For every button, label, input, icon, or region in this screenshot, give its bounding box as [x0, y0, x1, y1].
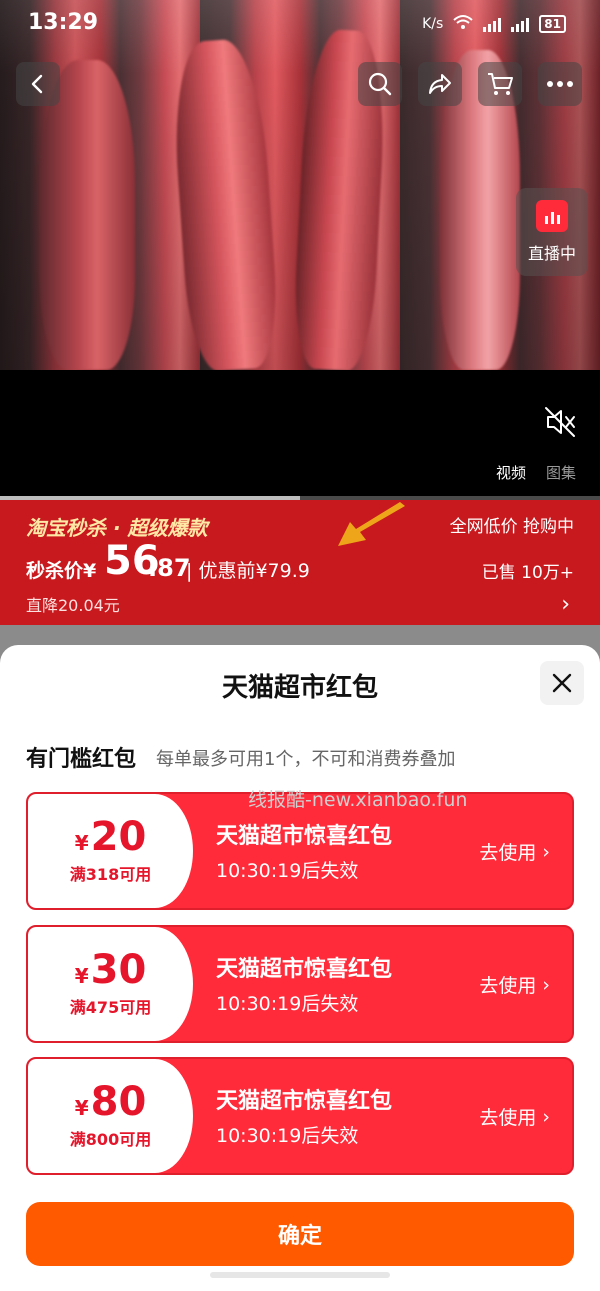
- coupon-card[interactable]: ¥80 满800可用 天猫超市惊喜红包 10:30:19后失效 去使用 ›: [26, 1057, 574, 1175]
- price-drop: 直降20.04元: [26, 596, 120, 615]
- coupon-amount-panel: ¥20 满318可用: [28, 794, 193, 908]
- mute-button[interactable]: [540, 402, 580, 442]
- section-subtitle: 每单最多可用1个，不可和消费券叠加: [156, 749, 456, 770]
- more-button[interactable]: [538, 62, 582, 106]
- coupon-amount-panel: ¥80 满800可用: [28, 1059, 193, 1173]
- flash-sale-tagline: 全网低价 抢购中: [449, 517, 574, 537]
- tab-video[interactable]: 视频: [496, 462, 526, 483]
- coupon-currency: ¥: [74, 1096, 89, 1120]
- flash-sale-banner[interactable]: 淘宝秒杀 · 超级爆款 全网低价 抢购中 秒杀价¥ 56 .87 | 优惠前¥7…: [0, 500, 600, 625]
- coupon-currency: ¥: [74, 964, 89, 988]
- flash-sale-brand: 淘宝秒杀 · 超级爆款: [26, 516, 208, 540]
- chevron-right-icon: ›: [542, 840, 550, 863]
- coupon-name: 天猫超市惊喜红包: [216, 957, 393, 982]
- chevron-right-icon: ›: [542, 973, 550, 996]
- battery-icon: 81: [539, 15, 566, 33]
- coupon-card[interactable]: ¥30 满475可用 天猫超市惊喜红包 10:30:19后失效 去使用 ›: [26, 925, 574, 1043]
- video-progress-fill: [0, 496, 300, 500]
- coupon-name: 天猫超市惊喜红包: [216, 824, 393, 849]
- section-title: 有门槛红包: [26, 747, 137, 772]
- close-icon: [552, 673, 572, 693]
- signal-icon: [511, 16, 530, 32]
- media-tabs: 视频 图集: [496, 462, 576, 483]
- video-frame-meat: [168, 37, 282, 370]
- use-coupon-button[interactable]: 去使用 ›: [479, 1103, 550, 1130]
- arrow-decoration-icon: [338, 502, 405, 546]
- search-button[interactable]: [358, 62, 402, 106]
- coupon-condition: 满318可用: [69, 865, 152, 884]
- coupon-expiry: 10:30:19后失效: [216, 993, 359, 1015]
- coupon-amount: 80: [90, 1079, 147, 1125]
- product-video[interactable]: [0, 0, 600, 370]
- close-button[interactable]: [540, 661, 584, 705]
- chevron-right-icon: ›: [542, 1105, 550, 1128]
- status-time: 13:29: [28, 10, 99, 35]
- coupon-currency: ¥: [74, 831, 89, 855]
- search-icon: [368, 72, 392, 96]
- coupon-sheet: 天猫超市红包 有门槛红包 每单最多可用1个，不可和消费券叠加 线报酷-new.x…: [0, 645, 600, 1291]
- coupon-amount-panel: ¥30 满475可用: [28, 927, 193, 1041]
- cart-icon: [488, 73, 513, 95]
- sheet-title: 天猫超市红包: [221, 673, 378, 703]
- confirm-button[interactable]: 确定: [26, 1202, 574, 1266]
- coupon-amount: 20: [90, 814, 147, 860]
- live-icon: [536, 200, 568, 232]
- tab-gallery[interactable]: 图集: [546, 462, 576, 483]
- use-coupon-label: 去使用: [479, 1107, 537, 1129]
- live-entry[interactable]: 直播中: [516, 188, 588, 276]
- use-coupon-button[interactable]: 去使用 ›: [479, 971, 550, 998]
- price-decimal: .87: [148, 554, 191, 582]
- live-label: 直播中: [527, 244, 576, 263]
- network-speed: K/s: [422, 16, 444, 32]
- share-button[interactable]: [418, 62, 462, 106]
- share-icon: [429, 74, 451, 94]
- signal-icon: [483, 16, 502, 32]
- more-icon: [547, 81, 573, 87]
- home-indicator: [210, 1272, 390, 1278]
- use-coupon-label: 去使用: [479, 975, 537, 997]
- coupon-condition: 满475可用: [69, 998, 152, 1017]
- use-coupon-button[interactable]: 去使用 ›: [479, 838, 550, 865]
- sold-count: 已售 10万+: [481, 563, 574, 583]
- coupon-expiry: 10:30:19后失效: [216, 860, 359, 882]
- video-progress-bar[interactable]: [0, 496, 600, 500]
- wifi-icon: [453, 14, 473, 34]
- use-coupon-label: 去使用: [479, 842, 537, 864]
- coupon-name: 天猫超市惊喜红包: [216, 1089, 393, 1114]
- status-icons: K/s 81: [422, 14, 566, 34]
- back-button[interactable]: [16, 62, 60, 106]
- original-price: | 优惠前¥79.9: [186, 560, 310, 582]
- price-label: 秒杀价¥: [26, 560, 97, 582]
- watermark: 线报酷-new.xianbao.fun: [248, 789, 468, 811]
- chevron-right-icon: ›: [561, 592, 570, 617]
- speaker-muted-icon: [545, 407, 575, 437]
- cart-button[interactable]: [478, 62, 522, 106]
- coupon-condition: 满800可用: [69, 1130, 152, 1149]
- coupon-amount: 30: [90, 947, 147, 993]
- chevron-left-icon: [31, 74, 43, 94]
- coupon-expiry: 10:30:19后失效: [216, 1125, 359, 1147]
- video-frame-meat: [40, 60, 135, 370]
